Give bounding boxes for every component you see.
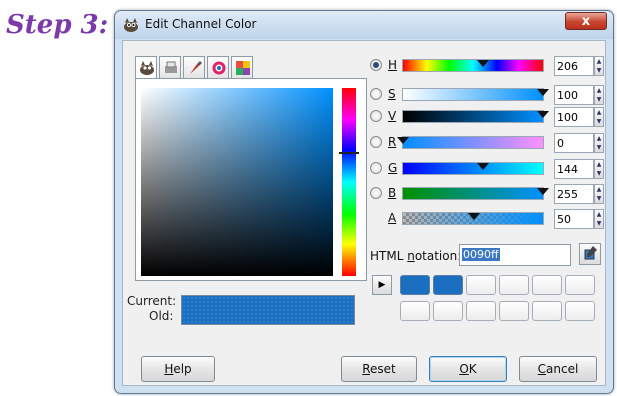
spin-buttons-g[interactable]: ▲ ▼ [594,159,604,179]
slider-s[interactable] [402,88,549,101]
html-notation-input[interactable]: 0090ff [459,244,571,266]
value-field-b[interactable]: 255 [554,184,594,204]
saturation-value-square[interactable] [141,88,333,276]
wilber-icon [124,18,138,32]
slider-v[interactable] [402,110,549,123]
dialog-body: Current: Old: H 206 ▲ ▼ S 100 ▲ ▼ V 100 … [122,40,606,386]
slider-g[interactable] [402,162,544,175]
channel-label-h: H [388,58,398,72]
value-field-r[interactable]: 0 [554,133,594,153]
spin-buttons-h[interactable]: ▲ ▼ [594,56,604,76]
html-notation-label: HTML notation: [370,249,462,263]
step-label: Step 3: [6,10,109,40]
current-label: Current: [127,294,177,308]
channel-row-h: H 206 ▲ ▼ [370,56,604,76]
history-swatch[interactable] [565,275,595,295]
history-swatch[interactable] [400,301,430,321]
help-button[interactable]: Help [141,356,215,382]
history-swatch[interactable] [532,275,562,295]
old-label: Old: [149,309,174,323]
channel-label-g: G [388,161,398,175]
printer-icon [165,61,177,73]
spin-buttons-a[interactable]: ▲ ▼ [594,209,604,229]
reset-button[interactable]: Reset [341,356,417,382]
history-swatch[interactable] [433,301,463,321]
channel-row-a: A 50 ▲ ▼ [370,209,604,229]
channel-row-v: V 100 ▲ ▼ [370,107,604,127]
dialog-window: Edit Channel Color x Current: Old: H 206… [114,10,614,394]
tab-watercolor[interactable] [183,56,205,78]
color-wheel-icon [212,61,226,75]
slider-thumb-s[interactable] [537,89,549,96]
current-color-swatch [181,295,355,325]
channel-label-v: V [388,109,397,123]
color-picker-button[interactable] [579,243,601,265]
value-field-h[interactable]: 206 [554,56,594,76]
history-swatch[interactable] [466,301,496,321]
history-swatch[interactable] [499,301,529,321]
radio-g[interactable] [370,162,382,174]
tab-gimp-selector[interactable] [135,56,157,80]
spin-buttons-s[interactable]: ▲ ▼ [594,85,604,105]
color-picker-area [135,78,367,281]
history-swatch[interactable] [499,275,529,295]
ok-button[interactable]: OK [429,356,507,382]
channel-row-r: R 0 ▲ ▼ [370,133,604,153]
value-field-g[interactable]: 144 [554,159,594,179]
value-field-v[interactable]: 100 [554,107,594,127]
value-field-a[interactable]: 50 [554,209,594,229]
slider-b[interactable] [402,187,549,200]
slider-thumb-h[interactable] [477,60,489,67]
hue-strip[interactable] [342,88,356,276]
radio-r[interactable] [370,136,382,148]
hue-marker[interactable] [339,152,359,154]
wilber-icon [140,61,154,75]
tab-cmyk[interactable] [159,56,181,78]
slider-a[interactable] [402,212,544,225]
radio-v[interactable] [370,110,382,122]
history-swatch[interactable] [565,301,595,321]
palette-icon [236,61,250,75]
value-field-s[interactable]: 100 [554,85,594,105]
channel-label-r: R [388,135,397,149]
spin-buttons-r[interactable]: ▲ ▼ [594,133,604,153]
slider-r[interactable] [397,136,544,149]
channel-label-s: S [388,87,396,101]
brush-icon [190,61,202,74]
history-swatch[interactable] [400,275,430,295]
spin-buttons-b[interactable]: ▲ ▼ [594,184,604,204]
channel-label-a: A [388,211,397,225]
history-swatch[interactable] [433,275,463,295]
title-bar[interactable]: Edit Channel Color x [115,11,613,39]
channel-row-b: B 255 ▲ ▼ [370,184,604,204]
tab-wheel[interactable] [207,56,229,78]
slider-thumb-r[interactable] [397,137,409,144]
window-title: Edit Channel Color [145,17,257,31]
cancel-button[interactable]: Cancel [519,356,597,382]
slider-thumb-b[interactable] [537,188,549,195]
slider-thumb-v[interactable] [537,111,549,118]
radio-s[interactable] [370,88,382,100]
channel-row-s: S 100 ▲ ▼ [370,85,604,105]
channel-row-g: G 144 ▲ ▼ [370,159,604,179]
add-to-history-button[interactable]: ▶ [372,275,392,295]
spin-buttons-v[interactable]: ▲ ▼ [594,107,604,127]
history-swatch[interactable] [532,301,562,321]
channel-label-b: B [388,186,397,200]
tab-palette[interactable] [231,56,253,78]
slider-h[interactable] [402,59,544,72]
close-button[interactable]: x [565,12,607,30]
eyedropper-icon [584,246,597,260]
radio-h[interactable] [370,59,382,71]
slider-thumb-g[interactable] [477,163,489,170]
slider-thumb-a[interactable] [468,213,480,220]
radio-b[interactable] [370,187,382,199]
history-swatch[interactable] [466,275,496,295]
